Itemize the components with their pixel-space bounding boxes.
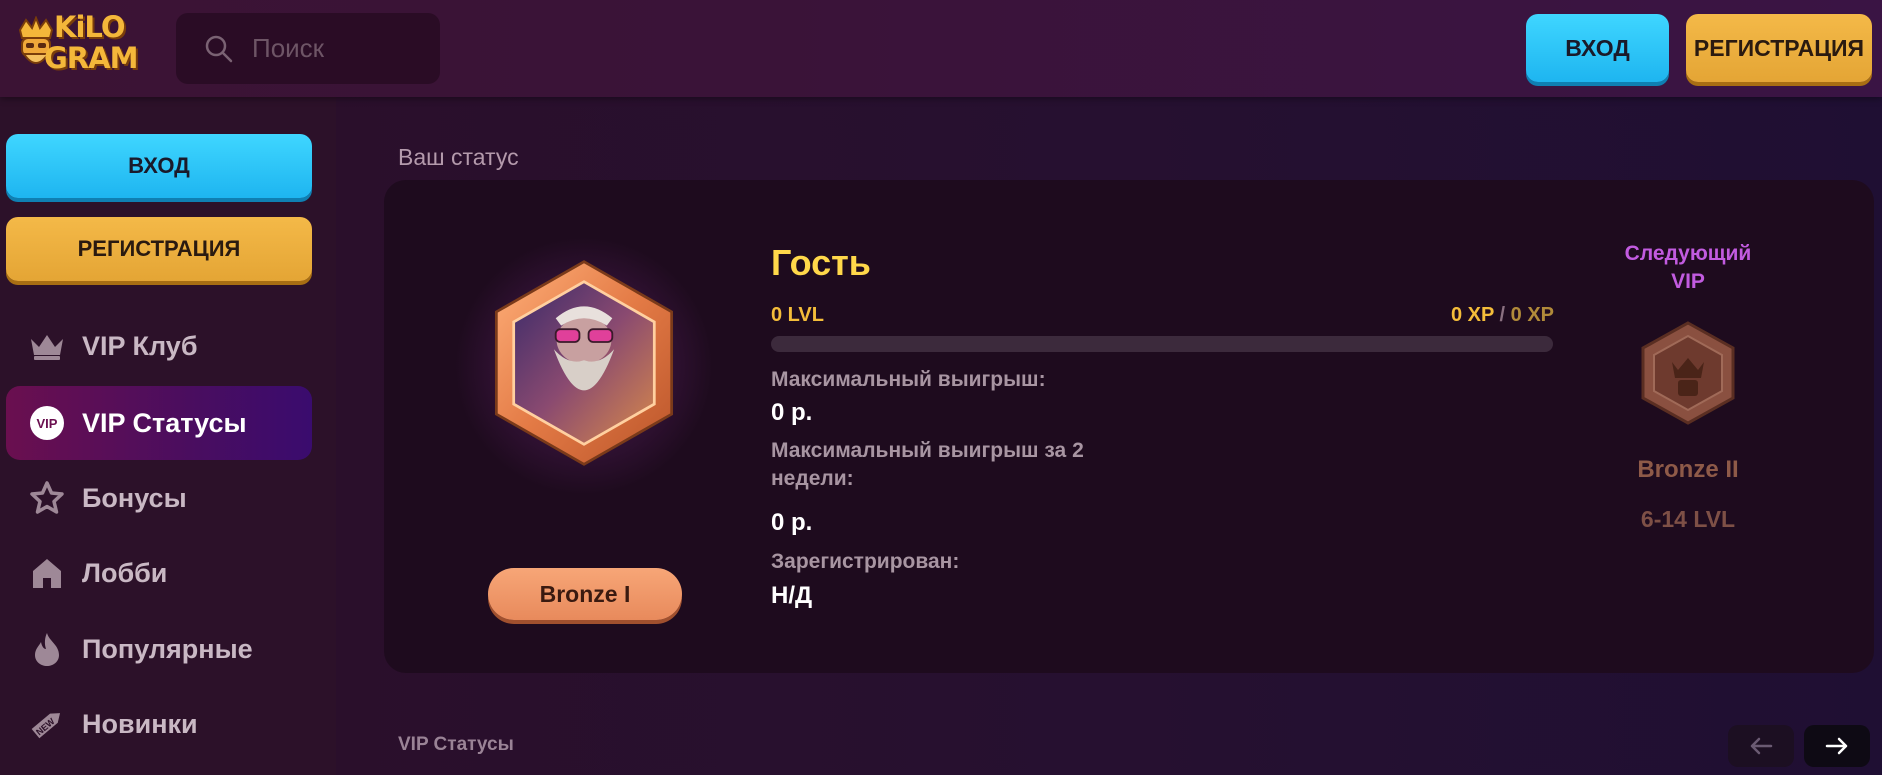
bronze-rank-badge <box>494 260 674 466</box>
xp-progress-bar <box>771 336 1553 352</box>
registered-label: Зарегистрирован: <box>771 550 960 573</box>
search-placeholder: Поиск <box>252 33 325 63</box>
sidebar: ВХОД РЕГИСТРАЦИЯ VIP Клуб VIP VIP Статус… <box>0 97 336 775</box>
logo-word-kilo: KiLO <box>54 10 126 44</box>
sidebar-item-lobby[interactable]: Лобби <box>6 536 312 610</box>
xp-separator: / <box>1499 304 1506 326</box>
home-icon <box>28 554 66 592</box>
max-win-value: 0 р. <box>771 399 813 426</box>
header-login-button[interactable]: ВХОД <box>1526 14 1669 82</box>
registered-value: Н/Д <box>771 582 813 609</box>
sidebar-item-label: VIP Клуб <box>82 330 198 361</box>
search-input[interactable]: Поиск <box>176 13 440 84</box>
user-status-name: Гость <box>771 242 871 283</box>
next-rank-levels: 6-14 LVL <box>1640 506 1736 532</box>
svg-text:VIP: VIP <box>37 416 58 431</box>
star-icon <box>28 479 66 517</box>
main-content: Ваш статус Bronze I Гость 0 LVL 0 XP / 0… <box>336 97 1882 775</box>
max-win-2weeks-label: Максимальный выигрыш за 2 недели: <box>771 439 1084 490</box>
flame-icon <box>28 630 66 668</box>
xp-current: 0 XP <box>1450 304 1494 326</box>
next-rank-badge <box>1641 321 1735 425</box>
arrow-right-icon <box>1825 737 1848 755</box>
crown-icon <box>28 327 66 365</box>
next-rank-name: Bronze II <box>1637 456 1739 483</box>
current-rank-pill: Bronze I <box>488 568 682 620</box>
kilogram-logo[interactable]: KiLO GRAM <box>16 12 144 76</box>
arrow-left-icon <box>1750 737 1773 755</box>
sidebar-item-label: Новинки <box>82 708 198 739</box>
sidebar-item-label: Популярные <box>82 633 253 664</box>
section-title: Ваш статус <box>398 144 519 170</box>
next-vip-title: Следующий VIP <box>1624 242 1752 293</box>
vip-statuses-heading: VIP Статусы <box>398 734 514 755</box>
max-win-2weeks-value: 0 р. <box>771 509 813 536</box>
logo-word-gram: GRAM <box>44 41 138 75</box>
sidebar-item-label: VIP Статусы <box>82 407 247 438</box>
sidebar-login-button[interactable]: ВХОД <box>6 134 312 198</box>
sidebar-item-label: Лобби <box>82 557 168 588</box>
sidebar-item-new[interactable]: NEW Новинки <box>6 687 312 761</box>
new-tag-icon: NEW <box>28 705 66 743</box>
carousel-prev-button[interactable] <box>1728 725 1794 767</box>
xp-max: 0 XP <box>1510 304 1554 326</box>
sidebar-item-vip-statuses[interactable]: VIP VIP Статусы <box>6 386 312 460</box>
search-icon <box>205 35 233 62</box>
sidebar-item-popular[interactable]: Популярные <box>6 612 312 686</box>
sidebar-item-bonuses[interactable]: Бонусы <box>6 461 312 535</box>
sidebar-item-label: Бонусы <box>82 482 187 513</box>
vip-badge-icon: VIP <box>28 404 66 442</box>
carousel-next-button[interactable] <box>1804 725 1870 767</box>
max-win-label: Максимальный выигрыш: <box>771 368 1046 391</box>
sidebar-item-vip-club[interactable]: VIP Клуб <box>6 309 312 383</box>
sidebar-register-button[interactable]: РЕГИСТРАЦИЯ <box>6 217 312 281</box>
status-card: Bronze I Гость 0 LVL 0 XP / 0 XP Максима… <box>384 180 1874 673</box>
top-header: KiLO GRAM Поиск ВХОД РЕГИСТРАЦИЯ <box>0 0 1882 97</box>
level-label: 0 LVL <box>771 304 824 326</box>
header-register-button[interactable]: РЕГИСТРАЦИЯ <box>1686 14 1872 82</box>
xp-label: 0 XP / 0 XP <box>1451 304 1554 327</box>
